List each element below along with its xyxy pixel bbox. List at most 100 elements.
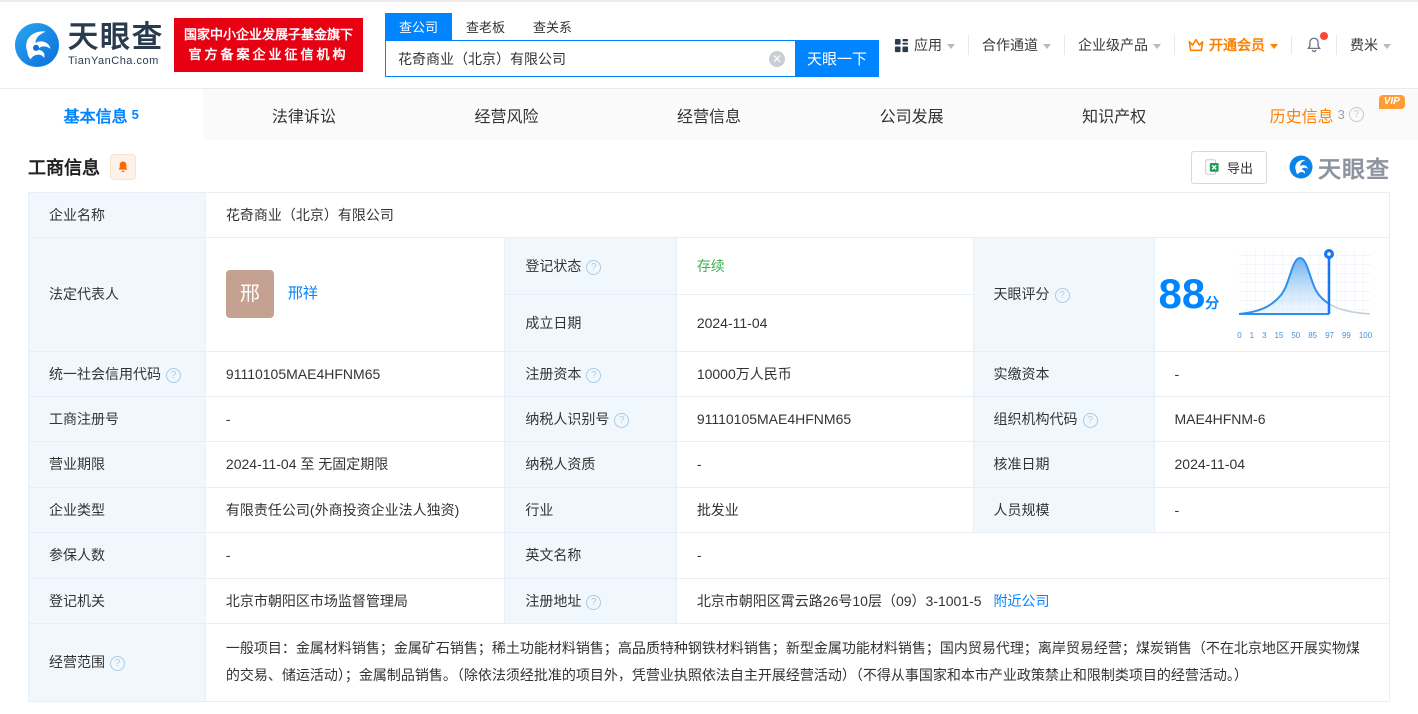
- nav-partner[interactable]: 合作通道: [968, 35, 1064, 55]
- search-tab-company[interactable]: 查公司: [385, 13, 452, 40]
- bell-icon: [116, 160, 130, 174]
- table-row: 统一社会信用代码? 91110105MAE4HFNM65 注册资本? 10000…: [29, 351, 1390, 396]
- field-label: 注册资本?: [505, 351, 676, 396]
- logo-subtitle: TianYanCha.com: [68, 56, 164, 67]
- status-badge: 存续: [697, 258, 725, 274]
- chevron-down-icon: [1383, 44, 1391, 49]
- subscribe-bell-button[interactable]: [110, 154, 136, 180]
- score-unit: 分: [1205, 295, 1219, 311]
- tab-operation[interactable]: 经营信息: [608, 89, 811, 140]
- help-icon[interactable]: ?: [586, 260, 601, 275]
- tab-legal-label: 法律诉讼: [272, 103, 336, 127]
- search-tabs: 查公司 查老板 查关系: [385, 13, 879, 40]
- field-label: 人员规模: [973, 487, 1154, 532]
- field-label: 登记状态?: [505, 238, 676, 295]
- field-label: 组织机构代码?: [973, 396, 1154, 441]
- clear-search-icon[interactable]: ✕: [769, 51, 785, 67]
- nav-open-vip[interactable]: 开通会员: [1174, 35, 1291, 55]
- business-info-table: 企业名称 花奇商业（北京）有限公司 法定代表人 邢 邢祥 登记状态? 存续 天眼…: [28, 192, 1390, 702]
- help-icon[interactable]: ?: [166, 368, 181, 383]
- tab-basic-info[interactable]: 基本信息 5: [0, 89, 203, 140]
- org-code-value: MAE4HFNM-6: [1154, 396, 1390, 441]
- notifications-bell[interactable]: [1291, 36, 1336, 54]
- field-label-text: 天眼评分: [994, 286, 1050, 302]
- field-label-text: 登记状态: [525, 258, 581, 274]
- reg-number-value: -: [205, 396, 504, 441]
- search-input[interactable]: [385, 40, 795, 77]
- company-type-value: 有限责任公司(外商投资企业法人独资): [205, 487, 504, 532]
- legal-rep-link[interactable]: 邢祥: [288, 282, 318, 306]
- tab-development[interactable]: 公司发展: [810, 89, 1013, 140]
- watermark-text: 天眼查: [1318, 150, 1390, 184]
- paid-capital-value: -: [1154, 351, 1390, 396]
- top-nav: 应用 合作通道 企业级产品 开通会员 费米: [881, 35, 1404, 55]
- tianyancha-swirl-icon: [14, 22, 60, 68]
- certification-badge-line2: 官方备案企业征信机构: [184, 45, 353, 65]
- field-label: 营业期限: [29, 442, 206, 487]
- certification-badge-line1: 国家中小企业发展子基金旗下: [184, 25, 353, 45]
- chevron-down-icon: [1270, 44, 1278, 49]
- score-axis: 0131550859799100: [1237, 330, 1372, 343]
- tab-risk[interactable]: 经营风险: [405, 89, 608, 140]
- tab-history-count: 3: [1338, 107, 1345, 122]
- reg-address-value: 北京市朝阳区霄云路26号10层（09）3-1001-5 附近公司: [676, 578, 1389, 623]
- nearby-companies-link[interactable]: 附近公司: [993, 593, 1049, 609]
- field-label-text: 注册地址: [525, 593, 581, 609]
- field-label: 成立日期: [505, 294, 676, 351]
- nav-apps[interactable]: 应用: [881, 35, 968, 55]
- company-name-value: 花奇商业（北京）有限公司: [205, 193, 1389, 238]
- tab-risk-label: 经营风险: [474, 103, 538, 127]
- legal-rep-cell: 邢 邢祥: [205, 238, 504, 351]
- credit-code-value: 91110105MAE4HFNM65: [205, 351, 504, 396]
- help-icon[interactable]: ?: [1349, 107, 1364, 122]
- excel-icon: [1205, 159, 1221, 175]
- reg-status-value: 存续: [676, 238, 973, 295]
- chevron-down-icon: [1043, 44, 1051, 49]
- table-row: 工商注册号 - 纳税人识别号? 91110105MAE4HFNM65 组织机构代…: [29, 396, 1390, 441]
- help-icon[interactable]: ?: [1083, 413, 1098, 428]
- field-label-text: 组织机构代码: [994, 411, 1078, 427]
- help-icon[interactable]: ?: [614, 413, 629, 428]
- field-label: 参保人数: [29, 533, 206, 578]
- help-icon[interactable]: ?: [110, 656, 125, 671]
- nav-user[interactable]: 费米: [1336, 35, 1404, 55]
- help-icon[interactable]: ?: [586, 368, 601, 383]
- tab-history[interactable]: VIP 历史信息 3 ?: [1215, 89, 1418, 140]
- field-label-text: 经营范围: [49, 654, 105, 670]
- field-label: 经营范围?: [29, 623, 206, 701]
- search-tab-relation[interactable]: 查关系: [519, 13, 586, 40]
- field-label: 登记机关: [29, 578, 206, 623]
- search-button[interactable]: 天眼一下: [795, 40, 879, 77]
- company-tabbar: 基本信息 5 法律诉讼 经营风险 经营信息 公司发展 知识产权 VIP 历史信息…: [0, 88, 1418, 140]
- search-tab-boss[interactable]: 查老板: [452, 13, 519, 40]
- help-icon[interactable]: ?: [1055, 288, 1070, 303]
- tab-legal[interactable]: 法律诉讼: [203, 89, 406, 140]
- score-curve-chart: 0131550859799100: [1237, 246, 1375, 342]
- nav-enterprise-label: 企业级产品: [1078, 35, 1148, 55]
- tab-development-label: 公司发展: [880, 103, 944, 127]
- tab-basic-info-label: 基本信息: [64, 103, 128, 127]
- legal-rep-avatar[interactable]: 邢: [226, 270, 274, 318]
- score-cell: 88分: [1154, 238, 1390, 351]
- taxpayer-quality-value: -: [676, 442, 973, 487]
- crown-icon: [1188, 38, 1204, 52]
- tab-ip[interactable]: 知识产权: [1013, 89, 1216, 140]
- field-label-text: 纳税人识别号: [525, 411, 609, 427]
- nav-open-vip-label: 开通会员: [1209, 35, 1265, 55]
- reg-authority-value: 北京市朝阳区市场监督管理局: [205, 578, 504, 623]
- chevron-down-icon: [1153, 44, 1161, 49]
- watermark-logo: 天眼查: [1289, 150, 1390, 184]
- field-label: 法定代表人: [29, 238, 206, 351]
- tab-history-label: 历史信息: [1270, 103, 1334, 127]
- site-logo[interactable]: 天眼查 TianYanCha.com: [14, 22, 164, 68]
- nav-enterprise[interactable]: 企业级产品: [1064, 35, 1174, 55]
- field-label: 实缴资本: [973, 351, 1154, 396]
- vip-badge: VIP: [1379, 95, 1405, 109]
- help-icon[interactable]: ?: [586, 595, 601, 610]
- score-value: 88分: [1159, 273, 1220, 315]
- approval-date-value: 2024-11-04: [1154, 442, 1390, 487]
- staff-size-value: -: [1154, 487, 1390, 532]
- score-number: 88: [1159, 270, 1206, 317]
- export-button[interactable]: 导出: [1191, 151, 1267, 184]
- field-label-text: 统一社会信用代码: [49, 366, 161, 382]
